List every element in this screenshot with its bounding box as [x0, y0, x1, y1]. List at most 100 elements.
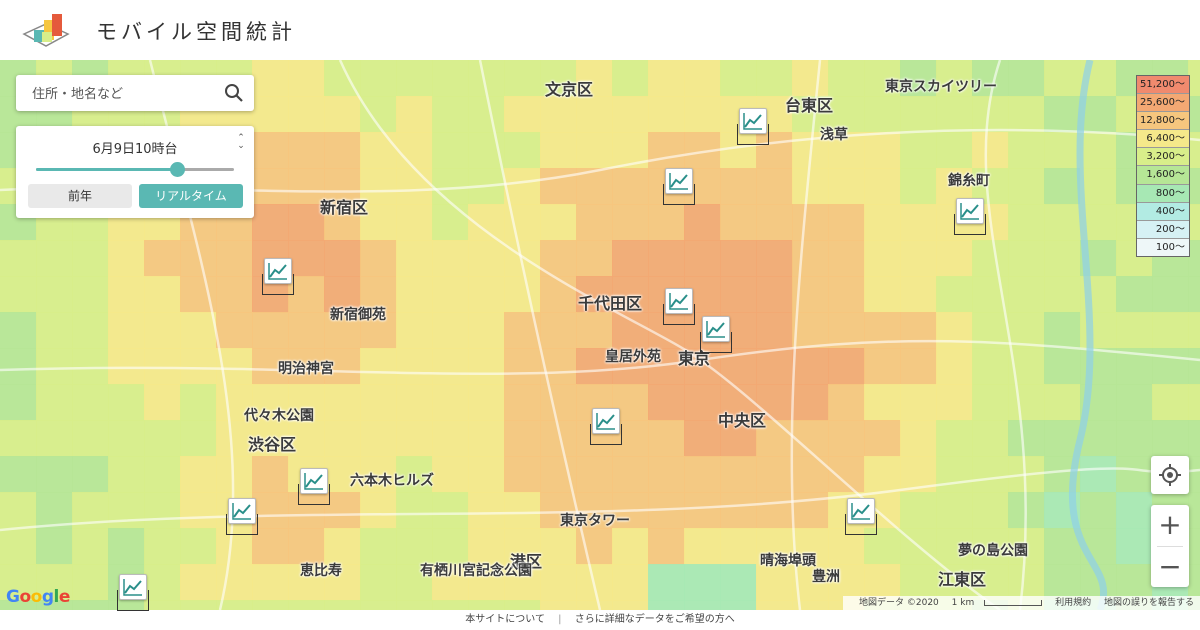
heat-cell — [324, 240, 361, 277]
heat-cell — [1188, 348, 1200, 385]
map-label-yumenoshima: 夢の島公園 — [958, 543, 1028, 559]
heat-cell — [216, 312, 253, 349]
heat-cell — [36, 456, 73, 493]
scale-label[interactable]: 1 km — [952, 598, 975, 608]
map-label-kinshicho: 錦糸町 — [948, 173, 990, 189]
heat-cell — [1044, 240, 1081, 277]
heat-cell — [684, 384, 721, 421]
heat-cell — [144, 564, 181, 601]
zoom-out-button[interactable]: − — [1151, 547, 1189, 587]
heat-cell — [936, 348, 973, 385]
stat-marker[interactable] — [952, 198, 986, 235]
heat-cell — [252, 60, 289, 97]
my-location-button[interactable] — [1151, 456, 1189, 494]
heat-cell — [108, 312, 145, 349]
heat-cell — [936, 384, 973, 421]
google-logo[interactable]: Google — [6, 587, 70, 607]
heat-cell — [1044, 276, 1081, 313]
heat-cell — [72, 420, 109, 457]
heat-cell — [144, 312, 181, 349]
heat-cell — [360, 492, 397, 529]
heat-cell — [792, 384, 829, 421]
heat-cell — [0, 276, 37, 313]
heat-cell — [360, 132, 397, 169]
stat-marker[interactable] — [296, 468, 330, 505]
zoom-in-button[interactable]: + — [1151, 505, 1189, 545]
prev-year-button[interactable]: 前年 — [28, 184, 132, 208]
legend-item: 200〜 — [1137, 220, 1189, 239]
stat-marker[interactable] — [661, 288, 695, 325]
search-input[interactable] — [30, 83, 224, 105]
map-label-asakusa: 浅草 — [820, 127, 848, 143]
heat-cell — [648, 420, 685, 457]
heat-cell — [648, 384, 685, 421]
stat-marker[interactable] — [588, 408, 622, 445]
realtime-button[interactable]: リアルタイム — [139, 184, 243, 208]
heat-cell — [936, 96, 973, 133]
heat-cell — [684, 528, 721, 565]
heat-cell — [0, 456, 37, 493]
heat-cell — [360, 528, 397, 565]
time-slider[interactable] — [36, 162, 234, 177]
line-chart-icon — [665, 288, 693, 314]
heat-cell — [864, 348, 901, 385]
heat-cell — [144, 528, 181, 565]
heat-cell — [252, 312, 289, 349]
stat-marker[interactable] — [843, 498, 877, 535]
heat-cell — [792, 240, 829, 277]
heat-cell — [576, 312, 613, 349]
heat-cell — [792, 348, 829, 385]
terms-link[interactable]: 利用規約 — [1055, 598, 1091, 608]
stat-marker[interactable] — [698, 316, 732, 353]
stat-marker[interactable] — [735, 108, 769, 145]
time-slider-knob[interactable] — [169, 162, 185, 177]
heat-cell — [432, 420, 469, 457]
stat-marker[interactable] — [661, 168, 695, 205]
heat-cell — [576, 96, 613, 133]
about-link[interactable]: 本サイトについて — [465, 614, 545, 625]
heat-cell — [504, 600, 541, 610]
search-icon[interactable] — [224, 83, 244, 103]
map-label-bunkyo: 文京区 — [545, 80, 594, 99]
heat-cell — [828, 168, 865, 205]
heat-cell — [936, 420, 973, 457]
heat-cell — [828, 60, 865, 97]
heat-cell — [108, 276, 145, 313]
heat-cell — [360, 240, 397, 277]
heat-cell — [36, 240, 73, 277]
heat-cell — [936, 492, 973, 529]
heat-cell — [468, 456, 505, 493]
heat-cell — [756, 600, 793, 610]
map-label-taito: 台東区 — [785, 96, 834, 115]
heat-cell — [720, 204, 757, 241]
legend-item: 12,800〜 — [1137, 112, 1189, 131]
heat-cell — [900, 276, 937, 313]
time-spinner-icon[interactable]: ⌃ ⌄ — [236, 134, 246, 152]
heat-cell — [864, 420, 901, 457]
detail-data-link[interactable]: さらに詳細なデータをご希望の方へ — [575, 614, 735, 625]
stat-marker[interactable] — [224, 498, 258, 535]
heat-cell — [72, 384, 109, 421]
heat-cell — [684, 600, 721, 610]
heat-cell — [864, 384, 901, 421]
stat-marker[interactable] — [260, 258, 294, 295]
legend-item: 51,200〜 — [1137, 76, 1189, 95]
heat-cell — [1116, 276, 1153, 313]
logo-icon[interactable] — [20, 10, 88, 50]
heat-cell — [1116, 528, 1153, 565]
heat-cell — [360, 384, 397, 421]
map-label-ebisu: 恵比寿 — [300, 563, 342, 579]
report-error-link[interactable]: 地図の誤りを報告する — [1104, 598, 1194, 608]
stat-marker[interactable] — [115, 574, 149, 611]
heat-cell — [684, 204, 721, 241]
heat-cell — [504, 492, 541, 529]
heat-cell — [648, 564, 685, 601]
heat-cell — [756, 168, 793, 205]
heat-cell — [432, 312, 469, 349]
heat-cell — [396, 420, 433, 457]
heat-cell — [1080, 492, 1117, 529]
app-title[interactable]: モバイル空間統計 — [96, 16, 296, 46]
heat-cell — [324, 132, 361, 169]
heat-cell — [504, 456, 541, 493]
heat-cell — [0, 348, 37, 385]
